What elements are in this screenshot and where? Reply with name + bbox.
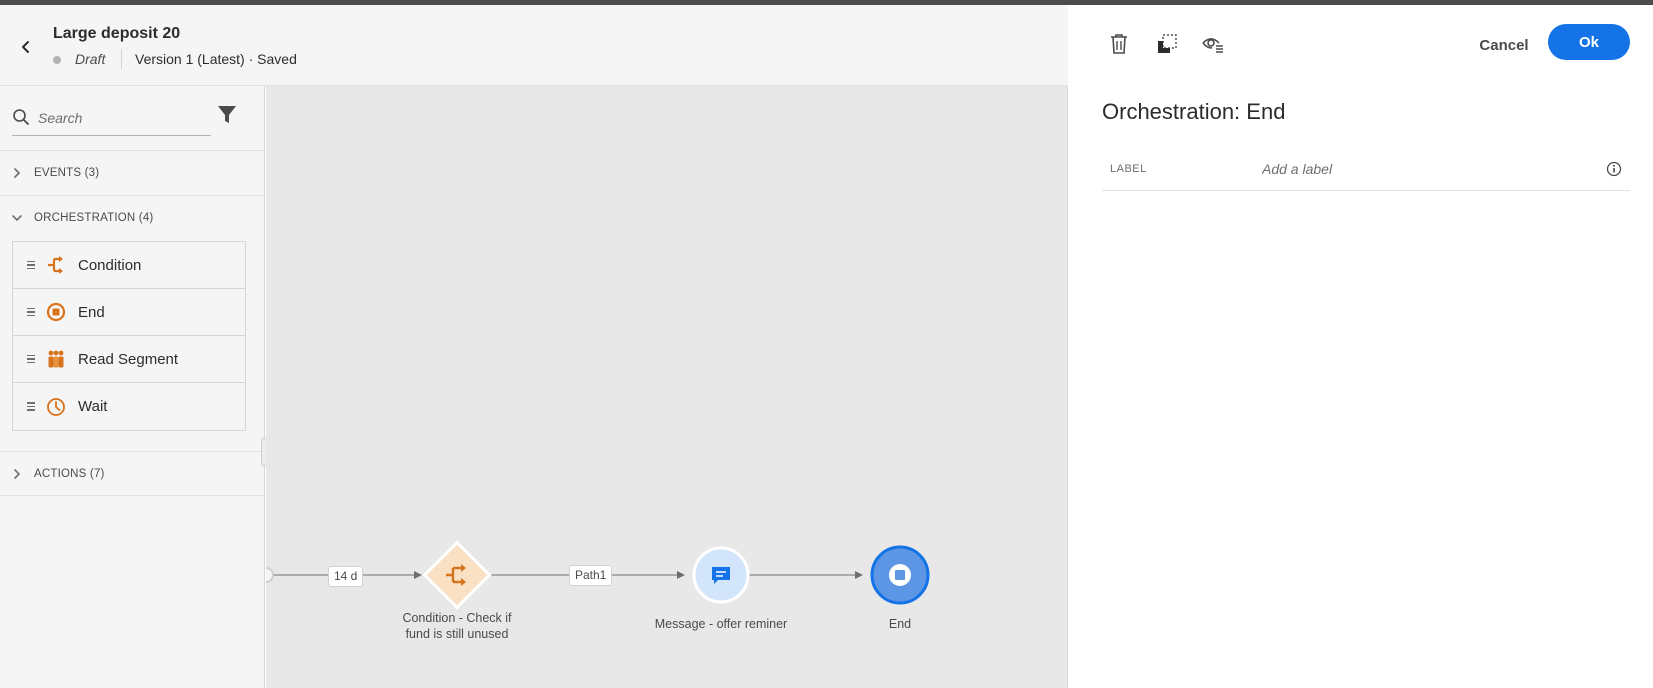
orchestration-item-label: Wait (78, 398, 108, 415)
section-orchestration[interactable]: ORCHESTRATION (4) (0, 195, 265, 240)
back-button[interactable] (14, 35, 38, 59)
visibility-icon (1202, 38, 1223, 53)
wait-duration-label: 14 d (328, 566, 364, 587)
label-field-row: LABEL (1102, 151, 1630, 191)
status-dot (53, 56, 61, 64)
divider (121, 49, 122, 69)
condition-icon (48, 256, 63, 274)
orchestration-item-condition[interactable]: Condition (13, 242, 245, 289)
message-node[interactable] (692, 546, 750, 604)
condition-node[interactable] (422, 540, 492, 610)
drag-handle-icon (27, 307, 39, 317)
filter-icon[interactable] (217, 105, 237, 125)
duplicate-button[interactable] (1154, 31, 1180, 57)
read-segment-icon (48, 350, 64, 368)
journey-header: Large deposit 20 Draft Version 1 (Latest… (0, 5, 1068, 86)
panel-title: Orchestration: End (1102, 99, 1286, 124)
chevron-left-icon (22, 41, 29, 53)
chevron-right-icon (14, 168, 21, 178)
previous-node-edge (266, 567, 274, 583)
path-label: Path1 (569, 565, 613, 586)
orchestration-item-label: End (78, 303, 105, 321)
info-icon[interactable] (1606, 161, 1622, 177)
search-field (12, 102, 211, 136)
ok-button[interactable]: Ok (1548, 24, 1630, 60)
trash-icon (1111, 34, 1127, 54)
section-events-label: EVENTS (3) (34, 167, 100, 179)
activity-palette: EVENTS (3) ORCHESTRATION (4) Condition (0, 86, 265, 688)
hide-properties-button[interactable] (1200, 31, 1226, 57)
duplicate-icon (1158, 34, 1177, 53)
delete-button[interactable] (1106, 31, 1132, 57)
drag-handle-icon (27, 402, 39, 411)
end-icon (46, 302, 66, 322)
section-orchestration-label: ORCHESTRATION (4) (34, 212, 154, 224)
cancel-button[interactable]: Cancel (1459, 29, 1549, 61)
version-info: Version 1 (Latest) · Saved (135, 51, 297, 67)
message-node-label: Message - offer reminer (654, 617, 788, 631)
section-actions[interactable]: ACTIONS (7) (0, 451, 265, 496)
orchestration-item-read-segment[interactable]: Read Segment (13, 336, 245, 383)
orchestration-item-label: Condition (78, 256, 142, 274)
drag-handle-icon (27, 354, 39, 364)
search-input[interactable] (38, 106, 208, 130)
drag-handle-icon (27, 260, 39, 270)
condition-node-label: Condition - Check if fund is still unuse… (402, 611, 512, 641)
canvas-connectors (266, 540, 930, 610)
search-icon (13, 109, 29, 125)
properties-panel: Cancel Ok Orchestration: End LABEL (1068, 5, 1653, 688)
wait-icon (47, 397, 65, 416)
section-events[interactable]: EVENTS (3) (0, 150, 265, 195)
orchestration-item-label: Read Segment (78, 350, 179, 368)
journey-title: Large deposit 20 (53, 25, 181, 42)
orchestration-item-wait[interactable]: Wait (13, 383, 245, 430)
orchestration-item-end[interactable]: End (13, 289, 245, 336)
chevron-right-icon (14, 468, 21, 479)
end-node[interactable] (870, 545, 930, 605)
orchestration-list: Condition End Read Segment Wait (12, 241, 246, 431)
label-field-name: LABEL (1110, 163, 1147, 175)
status-badge: Draft (75, 51, 106, 67)
journey-canvas[interactable]: 14 d Path1 Condition - Check if fund is … (266, 86, 1068, 688)
chevron-down-icon (12, 215, 22, 222)
end-node-label: End (888, 617, 912, 631)
section-actions-label: ACTIONS (7) (34, 467, 105, 480)
label-input[interactable] (1262, 157, 1582, 181)
